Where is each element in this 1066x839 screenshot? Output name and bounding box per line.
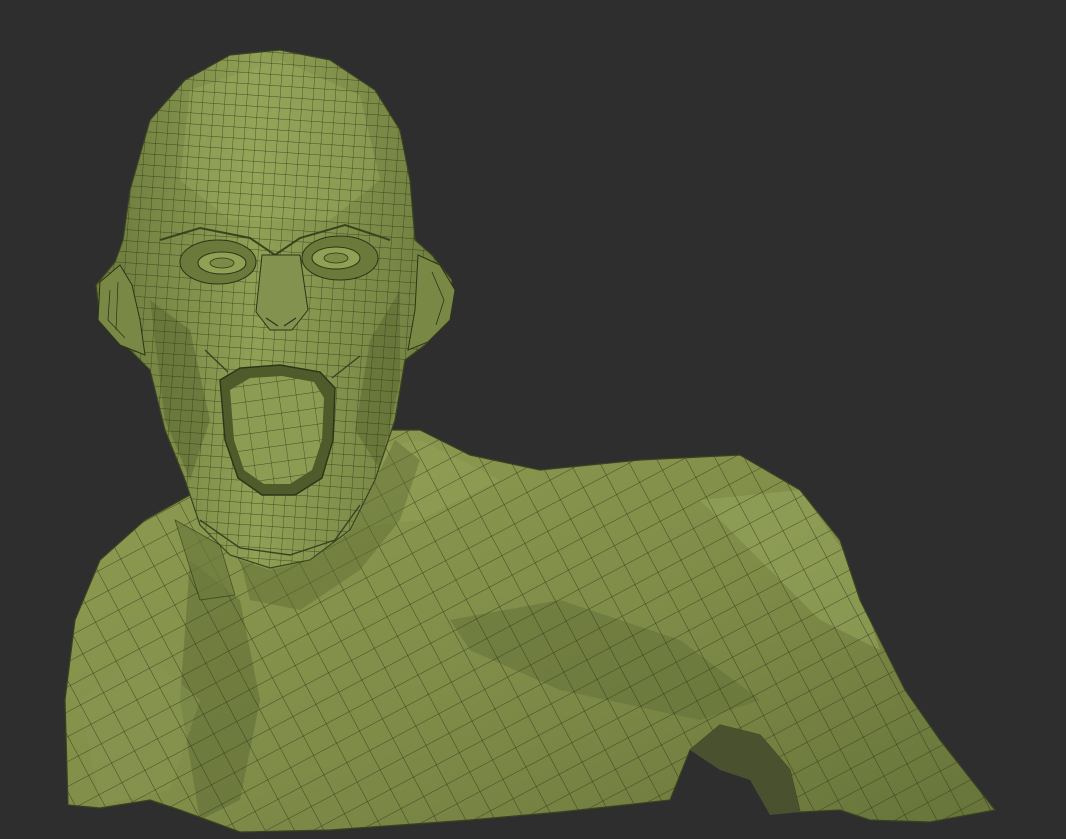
mesh-render <box>64 49 997 833</box>
eye-socket-right <box>301 235 379 281</box>
viewport-canvas[interactable] <box>0 0 1066 839</box>
eye-socket-left <box>179 239 257 285</box>
torso-mesh <box>64 429 997 833</box>
nose <box>255 254 309 331</box>
